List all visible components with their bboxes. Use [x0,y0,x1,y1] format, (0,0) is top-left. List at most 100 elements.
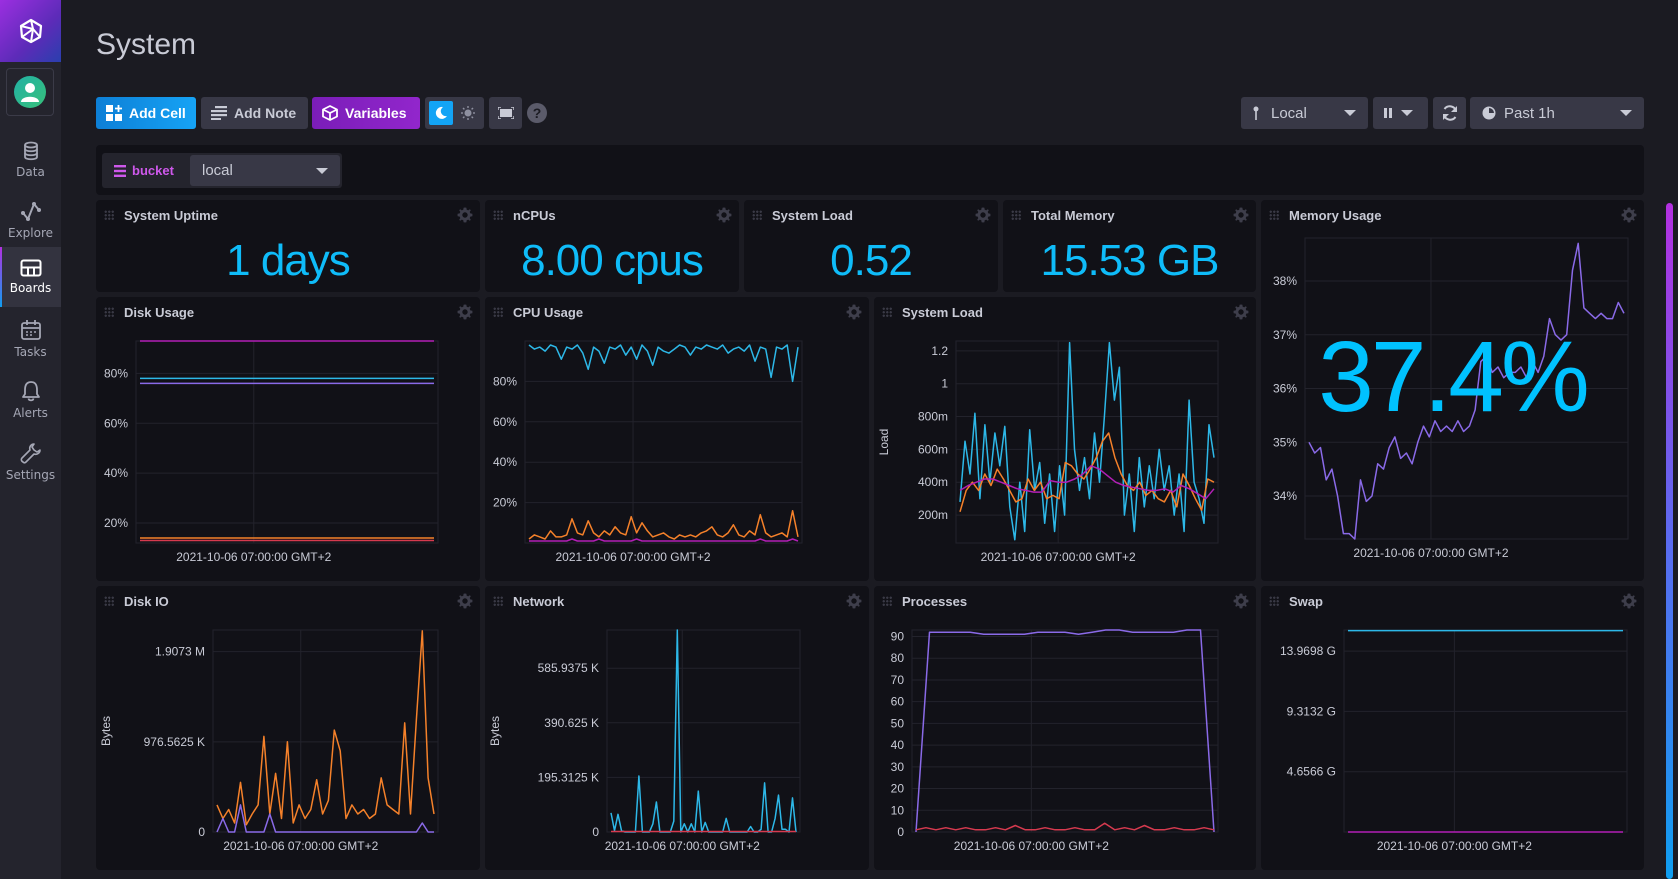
plot-area [524,340,803,544]
y-tick-label: 4.6566 G [1287,765,1336,779]
x-tick-label: 2021-10-06 07:00:00 GMT+2 [981,550,1136,564]
x-tick-label: 2021-10-06 07:00:00 GMT+2 [223,839,378,853]
time-range-dropdown[interactable]: Past 1h [1470,97,1644,129]
chart-system_load[interactable]: 200m 400m 600m 800m 1 1.2 2021-10-06 07:00:00 … [874,327,1256,581]
drag-handle[interactable] [1011,210,1021,220]
fullscreen-icon [497,107,514,119]
y-axis-label: Bytes [99,716,113,746]
drag-handle[interactable] [1269,596,1279,606]
database-icon [23,141,38,161]
light-mode-button[interactable] [457,101,481,125]
refresh-button[interactable] [1433,97,1466,129]
y-tick-label: 60% [493,415,517,429]
drag-handle[interactable] [493,596,503,606]
x-tick-label: 2021-10-06 07:00:00 GMT+2 [555,550,710,564]
timezone-dropdown[interactable]: Local [1241,97,1368,129]
sidebar-item-explore[interactable]: Explore [0,190,61,250]
y-tick-label: 37% [1273,328,1297,342]
cell-title: nCPUs [513,208,556,223]
cell-network: Network 0 195.3125 K 390.625 K 585.9375 K 20… [485,586,869,870]
dark-mode-button[interactable] [429,101,453,125]
series-line-write_bytes [216,630,435,826]
variable-value: local [202,162,233,179]
variable-name-text: bucket [132,163,174,178]
sidebar-item-alerts[interactable]: Alerts [0,370,61,430]
gear-icon[interactable] [1621,207,1637,223]
influxdb-logo[interactable] [0,0,61,62]
gear-icon[interactable] [1621,593,1637,609]
autorefresh-dropdown[interactable] [1373,97,1428,129]
drag-handle[interactable] [752,210,762,220]
stat-value: 8.00 cpus [521,236,704,285]
graph-icon [20,202,41,221]
y-tick-label: 1.9073 M [155,645,205,659]
gear-icon[interactable] [846,593,862,609]
add-cell-label: Add Cell [129,105,186,121]
chart-network[interactable]: 0 195.3125 K 390.625 K 585.9375 K 2021-10-06… [485,616,869,870]
y-tick-label: 60% [104,416,128,430]
y-tick-label: 200m [918,508,948,522]
scrollbar[interactable] [1666,203,1673,879]
y-tick-label: 38% [1273,274,1297,288]
sidebar-item-tasks[interactable]: Tasks [0,309,61,369]
cell-memory-usage: Memory Usage 34% 35% 36% 37% 38% 2021-10-06 0… [1261,200,1644,581]
sidebar-item-settings[interactable]: Settings [0,432,61,492]
chart-cpu_usage[interactable]: 20% 40% 60% 80% 2021-10-06 07:00:00 GMT+2 [485,327,869,581]
drag-handle[interactable] [1269,210,1279,220]
variables-button[interactable]: Variables [312,97,420,129]
variable-name: bucket [114,153,174,188]
y-tick-label: 9.3132 G [1287,704,1336,718]
help-button[interactable]: ? [527,103,547,123]
cell-title: CPU Usage [513,305,584,320]
sidebar-item-label: Boards [9,281,52,295]
x-tick-label: 2021-10-06 07:00:00 GMT+2 [605,839,760,853]
presentation-mode-button[interactable] [489,97,522,129]
drag-handle[interactable] [882,596,892,606]
chevron-down-icon [316,167,328,174]
drag-handle[interactable] [104,596,114,606]
y-tick-label: 13.9698 G [1280,644,1336,658]
gear-icon[interactable] [1233,593,1249,609]
gear-icon[interactable] [846,304,862,320]
y-tick-label: 90 [891,630,905,644]
timezone-value: Local [1271,104,1307,122]
gear-icon[interactable] [457,593,473,609]
y-tick-label: 0 [198,825,205,839]
sidebar-item-boards[interactable]: Boards [0,247,61,307]
gear-icon[interactable] [975,207,991,223]
chart-disk_io[interactable]: 0 976.5625 K 1.9073 M 2021-10-06 07:00:00 G… [96,616,480,870]
cell-cpu-usage: CPU Usage 20% 40% 60% 80% 2021-10-06 07:00:0… [485,297,869,581]
x-tick-label: 2021-10-06 07:00:00 GMT+2 [954,839,1109,853]
user-avatar-button[interactable] [6,68,54,116]
gear-icon[interactable] [1233,304,1249,320]
chart-swap[interactable]: 4.6566 G 9.3132 G 13.9698 G 2021-10-06 07:0… [1261,616,1644,870]
gear-icon[interactable] [716,207,732,223]
sidebar-item-data[interactable]: Data [0,130,61,190]
series-line-usage_idle [528,344,799,383]
cell-title: Memory Usage [1289,208,1382,223]
x-tick-label: 2021-10-06 07:00:00 GMT+2 [176,550,331,564]
stat-value: 15.53 GB [1040,236,1220,285]
drag-handle[interactable] [882,307,892,317]
chart-processes[interactable]: 0 10 20 30 40 50 60 70 80 90 2021-10-06 07:00:00 G… [874,616,1256,870]
gear-icon[interactable] [457,304,473,320]
drag-handle[interactable] [493,307,503,317]
y-tick-label: 40% [104,466,128,480]
series-line-load1 [959,341,1215,541]
y-tick-label: 80 [891,651,905,665]
add-cell-button[interactable]: Add Cell [96,97,196,129]
drag-handle[interactable] [493,210,503,220]
wrench-icon [20,443,41,464]
gear-icon[interactable] [1233,207,1249,223]
variable-value-dropdown[interactable]: local [190,155,340,186]
cell-ncpus: nCPUs 8.00 cpus [485,200,739,292]
drag-handle[interactable] [104,307,114,317]
add-note-button[interactable]: Add Note [201,97,308,129]
gear-icon[interactable] [457,207,473,223]
drag-handle[interactable] [104,210,114,220]
chart-disk_usage[interactable]: 20% 40% 60% 80% 2021-10-06 07:00:00 GMT+2 [96,327,480,581]
sidebar-item-label: Explore [7,226,54,240]
sidebar-item-label: Data [16,165,45,179]
chart-memory_usage[interactable]: 34% 35% 36% 37% 38% 2021-10-06 07:00:00 GMT+2 [1261,230,1644,581]
cell-title: Disk Usage [124,305,195,320]
